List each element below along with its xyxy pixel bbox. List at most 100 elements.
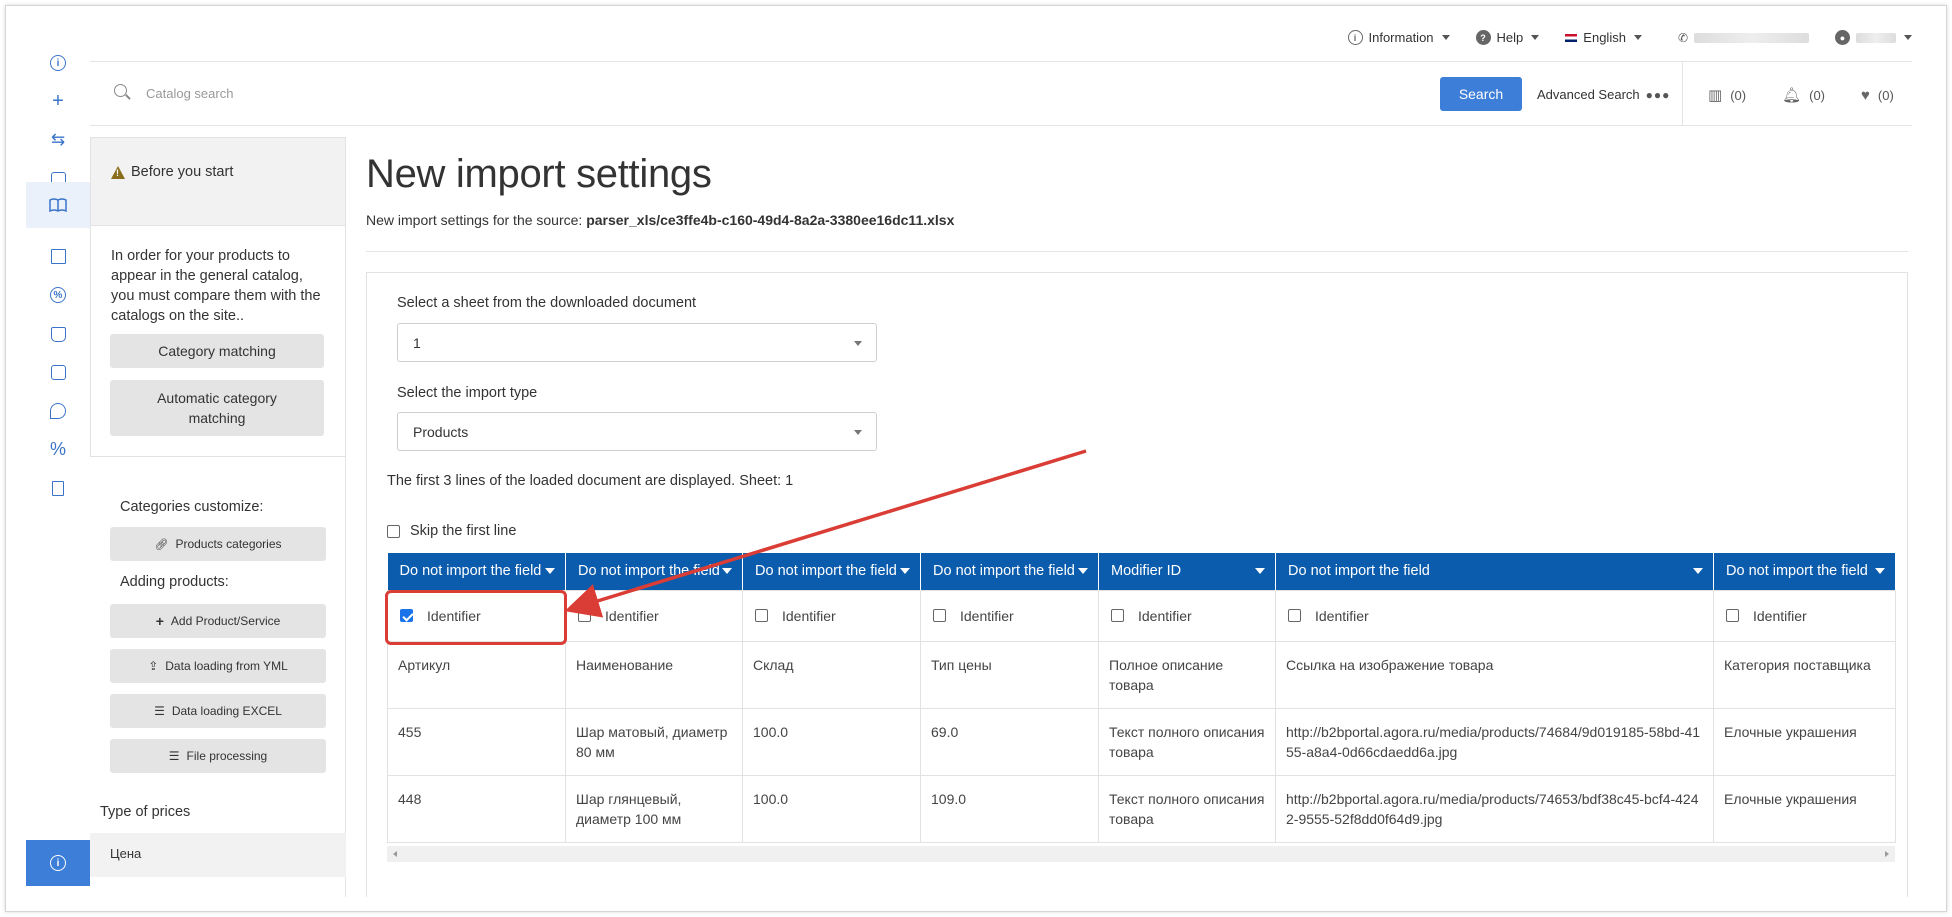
divider bbox=[366, 251, 1908, 252]
identifier-cell: Identifier bbox=[565, 589, 743, 642]
import-type-select[interactable]: Products bbox=[397, 412, 877, 451]
heart-icon: ♥ bbox=[1861, 86, 1870, 104]
notifications-counter[interactable]: 🔔︎ (0) bbox=[1782, 86, 1825, 104]
information-label: Information bbox=[1368, 30, 1434, 45]
table-row: 448 Шар глянцевый, диаметр 100 мм 100.0 109… bbox=[387, 774, 1896, 843]
before-text: In order for your products to appear in … bbox=[111, 248, 321, 324]
notifications-count: (0) bbox=[1809, 87, 1826, 103]
sheet-select-label: Select a sheet from the downloaded docum… bbox=[397, 295, 697, 311]
sheet-select[interactable]: 1 bbox=[397, 323, 877, 362]
price-type-item[interactable]: Цена bbox=[90, 833, 346, 877]
identifier-label: Identifier bbox=[782, 607, 836, 624]
identifier-checkbox[interactable] bbox=[755, 609, 768, 622]
information-menu[interactable]: i Information bbox=[1347, 30, 1450, 45]
redacted-phone bbox=[1694, 32, 1809, 43]
catalog-search-input[interactable] bbox=[146, 82, 1046, 104]
table-cell: 455 bbox=[387, 707, 566, 776]
scroll-right-arrow-icon[interactable] bbox=[1885, 851, 1889, 857]
import-type-value: Products bbox=[413, 424, 469, 440]
identifier-checkbox[interactable] bbox=[933, 609, 946, 622]
identifier-cell: Identifier bbox=[1713, 589, 1896, 642]
identifier-cell: Identifier bbox=[742, 589, 921, 642]
table-cell: Текст полного описания товара bbox=[1098, 774, 1276, 843]
column-field-select[interactable]: Do not import the field bbox=[742, 553, 921, 590]
table-cell: Шар глянцевый, диаметр 100 мм bbox=[565, 774, 743, 843]
user-menu[interactable]: ● bbox=[1835, 30, 1912, 45]
table-cell: http://b2bportal.agora.ru/media/products… bbox=[1275, 774, 1714, 843]
phone-menu[interactable]: ✆ bbox=[1678, 31, 1809, 45]
identifier-checkbox[interactable] bbox=[1726, 609, 1739, 622]
redacted-username bbox=[1856, 32, 1896, 43]
catalog-book-icon[interactable] bbox=[26, 182, 90, 228]
favorites-counter[interactable]: ♥ (0) bbox=[1861, 86, 1894, 104]
table-cell: Текст полного описания товара bbox=[1098, 707, 1276, 776]
excel-loading-button[interactable]: ☰ Data loading EXCEL bbox=[110, 694, 326, 728]
skip-first-line-checkbox[interactable] bbox=[387, 524, 400, 538]
before-title: Before you start bbox=[131, 164, 234, 180]
column-field-select[interactable]: Modifier ID bbox=[1098, 553, 1276, 590]
automatic-category-matching-button[interactable]: Automatic category matching bbox=[110, 380, 324, 436]
table-row: 455 Шар матовый, диаметр 80 мм 100.0 69.0 Те… bbox=[387, 707, 1896, 776]
scroll-left-arrow-icon[interactable] bbox=[393, 851, 397, 857]
excel-loading-label: Data loading EXCEL bbox=[171, 704, 282, 718]
chevron-down-icon bbox=[854, 430, 862, 435]
category-matching-button[interactable]: Category matching bbox=[110, 334, 324, 368]
sheet-select-value: 1 bbox=[413, 335, 421, 351]
help-label: Help bbox=[1496, 30, 1524, 45]
chevron-down-icon bbox=[1255, 568, 1265, 574]
identifier-row: Identifier Identifier Identifier Identifier… bbox=[387, 589, 1896, 642]
favorites-count: (0) bbox=[1877, 87, 1894, 103]
compare-counter[interactable]: ▥ (0) bbox=[1708, 86, 1746, 104]
compare-chart-icon: ▥ bbox=[1708, 87, 1723, 104]
column-field-label: Do not import the field bbox=[399, 563, 542, 580]
identifier-checkbox[interactable] bbox=[1288, 609, 1301, 622]
identifier-checkbox[interactable] bbox=[578, 609, 591, 622]
table-cell: Елочные украшения bbox=[1713, 707, 1896, 776]
yml-loading-button[interactable]: ⇪ Data loading from YML bbox=[110, 649, 326, 683]
file-processing-button[interactable]: ☰ File processing bbox=[110, 739, 326, 773]
source-file-name: parser_xls/ce3ffe4b-c160-49d4-8a2a-3380e… bbox=[586, 212, 955, 228]
help-info-button[interactable]: i bbox=[26, 840, 90, 886]
chevron-down-icon bbox=[722, 568, 732, 574]
search-button[interactable]: Search bbox=[1440, 77, 1522, 111]
table-cell: Артикул bbox=[387, 640, 566, 709]
column-field-select[interactable]: Do not import the field bbox=[387, 553, 566, 590]
lines-note: The first 3 lines of the loaded document… bbox=[387, 473, 794, 489]
import-type-label: Select the import type bbox=[397, 385, 538, 401]
bell-icon: 🔔︎ bbox=[1782, 87, 1802, 104]
column-field-label: Do not import the field bbox=[1288, 563, 1430, 580]
identifier-label: Identifier bbox=[960, 607, 1014, 624]
column-field-select[interactable]: Do not import the field bbox=[565, 553, 743, 590]
column-field-label: Do not import the field bbox=[755, 563, 897, 580]
table-cell: Склад bbox=[742, 640, 921, 709]
yml-loading-label: Data loading from YML bbox=[165, 659, 288, 673]
identifier-label: Identifier bbox=[1315, 607, 1369, 624]
search-bar: Search Advanced Search ●●● ▥ (0) 🔔︎ (0) … bbox=[90, 62, 1912, 126]
table-row: Артикул Наименование Склад Тип цены Полное о… bbox=[387, 640, 1896, 709]
uk-flag-icon bbox=[1565, 33, 1578, 42]
type-of-prices-label: Type of prices bbox=[100, 804, 191, 820]
horizontal-scrollbar[interactable] bbox=[387, 846, 1895, 862]
table-cell: Наименование bbox=[565, 640, 743, 709]
language-menu[interactable]: English bbox=[1565, 30, 1642, 45]
identifier-checkbox[interactable] bbox=[1111, 609, 1124, 622]
table-cell: Шар матовый, диаметр 80 мм bbox=[565, 707, 743, 776]
skip-first-line-option[interactable]: Skip the first line bbox=[387, 523, 516, 539]
column-field-label: Do not import the field bbox=[1726, 563, 1868, 580]
warning-icon bbox=[111, 166, 125, 179]
identifier-label: Identifier bbox=[1138, 607, 1192, 624]
column-field-select[interactable]: Do not import the field bbox=[1713, 553, 1896, 590]
products-categories-button[interactable]: 🔗︎ Products categories bbox=[110, 527, 326, 561]
advanced-search-link[interactable]: Advanced Search ●●● bbox=[1537, 87, 1670, 102]
help-menu[interactable]: ? Help bbox=[1475, 30, 1540, 45]
table-cell: 448 bbox=[387, 774, 566, 843]
add-product-button[interactable]: + Add Product/Service bbox=[110, 604, 326, 638]
info-icon: i bbox=[50, 855, 66, 871]
column-field-select[interactable]: Do not import the field bbox=[1275, 553, 1714, 590]
page-title: New import settings bbox=[366, 152, 712, 196]
more-dots-icon: ●●● bbox=[1645, 87, 1671, 102]
column-field-select[interactable]: Do not import the field bbox=[920, 553, 1099, 590]
file-icon[interactable] bbox=[26, 465, 90, 511]
table-cell: Полное описание товара bbox=[1098, 640, 1276, 709]
import-settings-card: Select a sheet from the downloaded docum… bbox=[366, 272, 1908, 897]
